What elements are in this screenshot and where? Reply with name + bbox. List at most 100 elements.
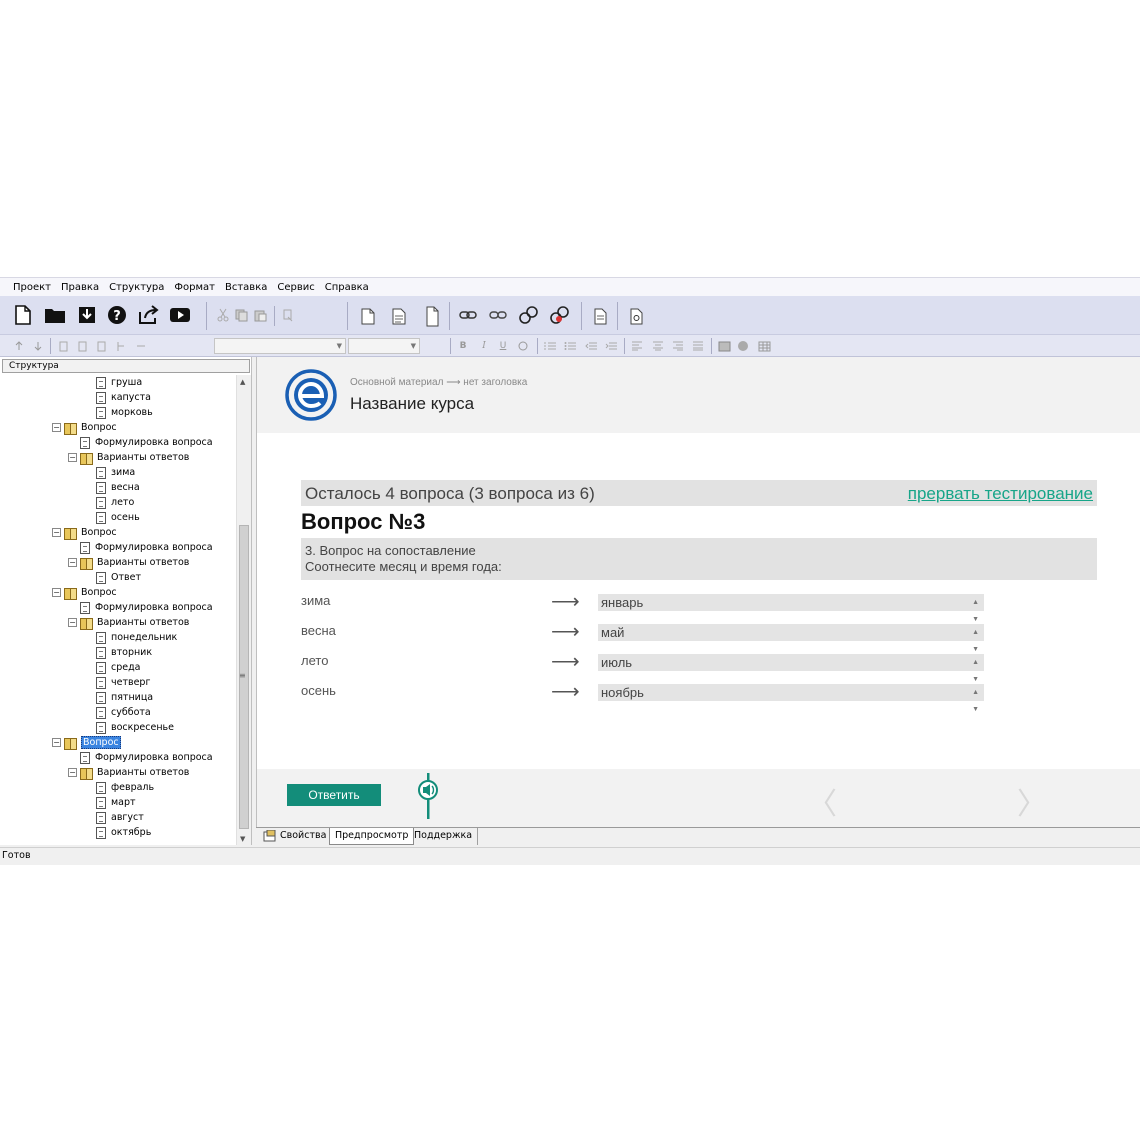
tree-collapse-icon[interactable]: − (68, 768, 77, 777)
bullet-list-icon[interactable] (563, 339, 577, 353)
tree-item[interactable]: пятница (96, 690, 153, 705)
move-down-icon[interactable] (31, 339, 45, 353)
tree-collapse-icon[interactable]: − (68, 453, 77, 462)
tree-item[interactable]: − Варианты ответов (68, 555, 189, 570)
tree-scrollbar[interactable]: ▲ ≡ ▼ (236, 375, 251, 845)
tree-item[interactable]: Формулировка вопроса (80, 540, 213, 555)
publish-video-button[interactable] (169, 304, 191, 326)
tree-item[interactable]: морковь (96, 405, 153, 420)
copy-button[interactable] (234, 308, 248, 322)
tree-collapse-icon[interactable]: − (68, 558, 77, 567)
tree-item[interactable]: февраль (96, 780, 154, 795)
page-settings-button[interactable] (628, 307, 644, 325)
tree-add-icon[interactable] (57, 339, 71, 353)
export-button[interactable] (138, 304, 160, 326)
help-button[interactable]: ? (106, 304, 128, 326)
new-page-button[interactable] (360, 307, 376, 325)
insert-table-icon[interactable] (757, 339, 771, 353)
tree-add-child-icon[interactable] (76, 339, 90, 353)
next-page-icon[interactable]: 〉 (1017, 779, 1047, 823)
menu-item-project[interactable]: Проект (8, 282, 56, 293)
tree-item[interactable]: октябрь (96, 825, 151, 840)
align-left-icon[interactable] (630, 339, 644, 353)
format-painter-button[interactable] (281, 308, 295, 322)
open-folder-button[interactable] (44, 304, 66, 326)
tree-item[interactable]: − Варианты ответов (68, 450, 189, 465)
tree-collapse-icon[interactable]: − (52, 423, 61, 432)
match-select[interactable]: январь ▲ ▼ (598, 594, 984, 623)
tab-support[interactable]: Поддержка (409, 828, 479, 845)
tree-item[interactable]: весна (96, 480, 140, 495)
tree-item[interactable]: − Вопрос (52, 585, 117, 600)
tree-item[interactable]: − Вопрос (52, 420, 117, 435)
tree-item[interactable]: − Варианты ответов (68, 765, 189, 780)
tree-item[interactable]: среда (96, 660, 141, 675)
scroll-down-icon[interactable]: ▼ (240, 835, 245, 843)
tree-item[interactable]: август (96, 810, 144, 825)
unlink-button[interactable] (489, 308, 507, 322)
tree-item[interactable]: капуста (96, 390, 151, 405)
tree-structure-icon[interactable] (114, 339, 128, 353)
style-combo[interactable]: ▼ (214, 338, 346, 354)
tree-item[interactable]: Формулировка вопроса (80, 750, 213, 765)
tree-item[interactable]: − Вопрос (52, 525, 117, 540)
chain-link-button[interactable] (518, 305, 540, 325)
menu-item-service[interactable]: Сервис (272, 282, 319, 293)
new-document-button[interactable] (12, 304, 34, 326)
scroll-up-icon[interactable]: ▲ (240, 378, 245, 386)
align-right-icon[interactable] (671, 339, 685, 353)
match-select[interactable]: ноябрь ▲ ▼ (598, 684, 984, 713)
menu-item-format[interactable]: Формат (169, 282, 220, 293)
match-select[interactable]: май ▲ ▼ (598, 624, 984, 653)
save-button[interactable] (76, 304, 98, 326)
menu-item-edit[interactable]: Правка (56, 282, 104, 293)
tree-item[interactable]: − Вопрос (52, 735, 121, 750)
tree-add-sibling-icon[interactable] (95, 339, 109, 353)
tree-item[interactable]: Ответ (96, 570, 141, 585)
tree-item[interactable]: Формулировка вопроса (80, 600, 213, 615)
match-select[interactable]: июль ▲ ▼ (598, 654, 984, 683)
tree-item[interactable]: четверг (96, 675, 150, 690)
font-size-combo[interactable]: ▼ (348, 338, 420, 354)
italic-icon[interactable]: I (477, 339, 491, 353)
tree-item[interactable]: зима (96, 465, 135, 480)
tab-properties[interactable]: Свойства (258, 828, 333, 845)
bold-icon[interactable]: B (456, 339, 470, 353)
tree-item[interactable]: Формулировка вопроса (80, 435, 213, 450)
align-center-icon[interactable] (651, 339, 665, 353)
tree-item[interactable]: лето (96, 495, 134, 510)
audio-speaker-icon[interactable] (417, 773, 439, 819)
tree-item[interactable]: понедельник (96, 630, 177, 645)
tree-item[interactable]: груша (96, 375, 142, 390)
numbered-list-icon[interactable] (543, 339, 557, 353)
tree-item[interactable]: март (96, 795, 136, 810)
answer-button[interactable]: Ответить (287, 784, 381, 806)
new-page-text-button[interactable] (391, 307, 407, 325)
insert-media-icon[interactable] (736, 339, 750, 353)
tree-item[interactable]: осень (96, 510, 140, 525)
outdent-icon[interactable] (584, 339, 598, 353)
tree-collapse-icon[interactable]: − (68, 618, 77, 627)
tree-link-icon[interactable] (134, 339, 148, 353)
menu-item-structure[interactable]: Структура (104, 282, 169, 293)
move-up-icon[interactable] (12, 339, 26, 353)
tree-item[interactable]: суббота (96, 705, 151, 720)
tree-collapse-icon[interactable]: − (52, 738, 61, 747)
underline-icon[interactable]: U (496, 339, 510, 353)
insert-image-icon[interactable] (717, 339, 731, 353)
tree-item[interactable]: вторник (96, 645, 152, 660)
tree-collapse-icon[interactable]: − (52, 528, 61, 537)
tree-collapse-icon[interactable]: − (52, 588, 61, 597)
menu-item-insert[interactable]: Вставка (220, 282, 272, 293)
menu-item-help[interactable]: Справка (320, 282, 374, 293)
align-justify-icon[interactable] (691, 339, 705, 353)
cut-button[interactable] (216, 308, 230, 322)
tab-preview[interactable]: Предпросмотр (329, 828, 415, 845)
page-properties-button[interactable] (592, 307, 608, 325)
previous-page-icon[interactable]: 〈 (807, 779, 837, 823)
structure-tree[interactable]: груша капуста морковь − Вопрос Формулировка в… (0, 375, 236, 845)
tree-item[interactable]: − Варианты ответов (68, 615, 189, 630)
new-long-page-button[interactable] (424, 305, 440, 327)
abort-test-link[interactable]: прервать тестирование (908, 484, 1093, 504)
indent-icon[interactable] (604, 339, 618, 353)
